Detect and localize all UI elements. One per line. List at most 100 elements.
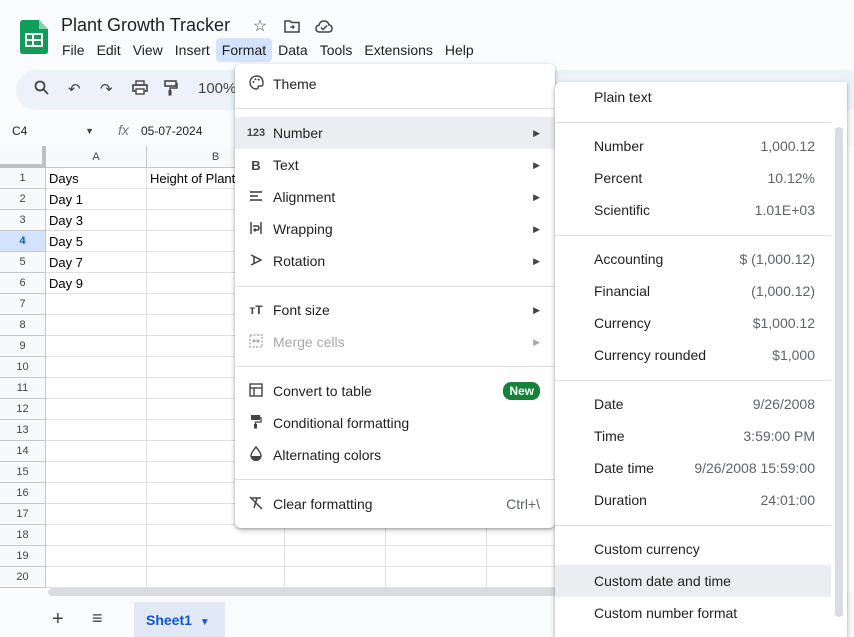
submenu-item-scientific[interactable]: Scientific 1.01E+03: [555, 194, 831, 226]
row-header-2[interactable]: 2: [0, 189, 46, 210]
submenu-item-accounting[interactable]: Accounting $ (1,000.12): [555, 243, 831, 275]
menu-item-wrapping[interactable]: Wrapping ▶: [235, 213, 555, 245]
move-folder-icon[interactable]: [281, 15, 303, 37]
menu-item-alignment[interactable]: Alignment ▶: [235, 181, 555, 213]
submenu-item-time[interactable]: Time 3:59:00 PM: [555, 420, 831, 452]
row-header-14[interactable]: 14: [0, 441, 46, 462]
title-actions: ☆: [249, 15, 335, 37]
submenu-item-label: Date time: [594, 460, 654, 476]
spreadsheet-app: Plant Growth Tracker ☆ File Edit View In…: [0, 0, 854, 637]
submenu-item-label: Currency rounded: [594, 347, 707, 363]
menu-bar: File Edit View Insert Format Data Tools …: [56, 38, 480, 62]
submenu-item-label: Scientific: [594, 202, 651, 218]
row-header-9[interactable]: 9: [0, 336, 46, 357]
paint-roller-icon: [246, 414, 266, 432]
menu-item-theme[interactable]: Theme: [235, 68, 555, 100]
undo-icon[interactable]: ↶: [68, 80, 81, 98]
format-example: 1,000.12: [760, 138, 816, 154]
formula-input[interactable]: 05-07-2024: [141, 124, 202, 138]
menu-item-label: Wrapping: [273, 221, 333, 237]
search-menus-icon[interactable]: [34, 80, 49, 99]
submenu-item-custom-number-format[interactable]: Custom number format: [555, 597, 831, 629]
menu-item-rotation[interactable]: Rotation ▶: [235, 245, 555, 277]
menu-item-clear-formatting[interactable]: Clear formatting Ctrl+\: [235, 488, 555, 520]
column-header-a[interactable]: A: [46, 146, 147, 168]
submenu-item-financial[interactable]: Financial (1,000.12): [555, 275, 831, 307]
menu-item-number[interactable]: 123 Number ▶: [235, 117, 555, 149]
submenu-item-currency-rounded[interactable]: Currency rounded $1,000: [555, 339, 831, 371]
row-header-12[interactable]: 12: [0, 399, 46, 420]
menu-item-label: Number: [273, 125, 323, 141]
all-sheets-button[interactable]: ≡: [92, 608, 103, 629]
row-header-17[interactable]: 17: [0, 504, 46, 525]
row-header-7[interactable]: 7: [0, 294, 46, 315]
menu-view[interactable]: View: [127, 38, 169, 62]
menu-item-text[interactable]: B Text ▶: [235, 149, 555, 181]
menu-extensions[interactable]: Extensions: [358, 38, 438, 62]
row-header-6[interactable]: 6: [0, 273, 46, 294]
new-badge: New: [503, 382, 540, 400]
paint-format-icon[interactable]: [164, 80, 178, 100]
menu-help[interactable]: Help: [439, 38, 480, 62]
fx-icon: fx: [118, 122, 129, 138]
submenu-item-custom-date-time[interactable]: Custom date and time: [555, 565, 831, 597]
menu-file[interactable]: File: [56, 38, 91, 62]
menu-item-conditional-formatting[interactable]: Conditional formatting: [235, 407, 555, 439]
submenu-item-label: Percent: [594, 170, 643, 186]
menu-data[interactable]: Data: [272, 38, 314, 62]
submenu-divider: [555, 122, 831, 123]
submenu-divider: [555, 525, 831, 526]
sheet-tab-sheet1[interactable]: Sheet1 ▼: [134, 602, 225, 637]
cloud-status-icon[interactable]: [313, 15, 335, 37]
sheets-logo-icon[interactable]: [20, 20, 48, 54]
submenu-arrow-icon: ▶: [533, 223, 540, 234]
submenu-item-currency[interactable]: Currency $1,000.12: [555, 307, 831, 339]
submenu-item-date-time[interactable]: Date time 9/26/2008 15:59:00: [555, 452, 831, 484]
submenu-item-label: Custom currency: [594, 541, 700, 557]
menu-edit[interactable]: Edit: [91, 38, 127, 62]
star-icon[interactable]: ☆: [249, 15, 271, 37]
row-header-8[interactable]: 8: [0, 315, 46, 336]
row-header-18[interactable]: 18: [0, 525, 46, 546]
row-header-1[interactable]: 1: [0, 168, 46, 189]
submenu-item-label: Financial: [594, 283, 651, 299]
row-header-13[interactable]: 13: [0, 420, 46, 441]
row-header-3[interactable]: 3: [0, 210, 46, 231]
add-sheet-button[interactable]: +: [52, 608, 64, 631]
submenu-item-plain-text[interactable]: Plain text: [555, 82, 831, 113]
row-header-10[interactable]: 10: [0, 357, 46, 378]
submenu-arrow-icon: ▶: [533, 255, 540, 266]
horizontal-scrollbar[interactable]: [48, 588, 568, 596]
submenu-item-percent[interactable]: Percent 10.12%: [555, 162, 831, 194]
row-header-19[interactable]: 19: [0, 546, 46, 567]
zoom-select[interactable]: 100%: [198, 80, 236, 97]
menu-item-merge-cells: Merge cells ▶: [235, 326, 555, 358]
menu-item-convert-to-table[interactable]: Convert to table New: [235, 375, 555, 407]
submenu-scrollbar[interactable]: [835, 127, 843, 617]
row-header-15[interactable]: 15: [0, 462, 46, 483]
row-header-11[interactable]: 11: [0, 378, 46, 399]
select-all-corner[interactable]: [0, 146, 46, 168]
submenu-item-custom-currency[interactable]: Custom currency: [555, 533, 831, 565]
menu-item-label: Font size: [273, 302, 330, 318]
row-header-5[interactable]: 5: [0, 252, 46, 273]
submenu-item-number[interactable]: Number 1,000.12: [555, 130, 831, 162]
menu-item-font-size[interactable]: тT Font size ▶: [235, 294, 555, 326]
submenu-item-label: Time: [594, 428, 625, 444]
row-header-16[interactable]: 16: [0, 483, 46, 504]
text-rotation-icon: [246, 253, 266, 270]
number-format-submenu: Plain text Number 1,000.12 Percent 10.12…: [555, 82, 847, 637]
menu-item-alternating-colors[interactable]: Alternating colors: [235, 439, 555, 471]
submenu-item-duration[interactable]: Duration 24:01:00: [555, 484, 831, 516]
menu-tools[interactable]: Tools: [314, 38, 359, 62]
document-title[interactable]: Plant Growth Tracker: [61, 15, 230, 36]
menu-format[interactable]: Format: [215, 38, 273, 62]
redo-icon[interactable]: ↷: [100, 80, 113, 98]
row-header-20[interactable]: 20: [0, 567, 46, 588]
submenu-item-label: Accounting: [594, 251, 664, 267]
submenu-item-date[interactable]: Date 9/26/2008: [555, 388, 831, 420]
row-header-4[interactable]: 4: [0, 231, 46, 252]
print-icon[interactable]: [132, 80, 148, 99]
name-box[interactable]: C4 ▼: [0, 120, 100, 142]
menu-insert[interactable]: Insert: [169, 38, 216, 62]
